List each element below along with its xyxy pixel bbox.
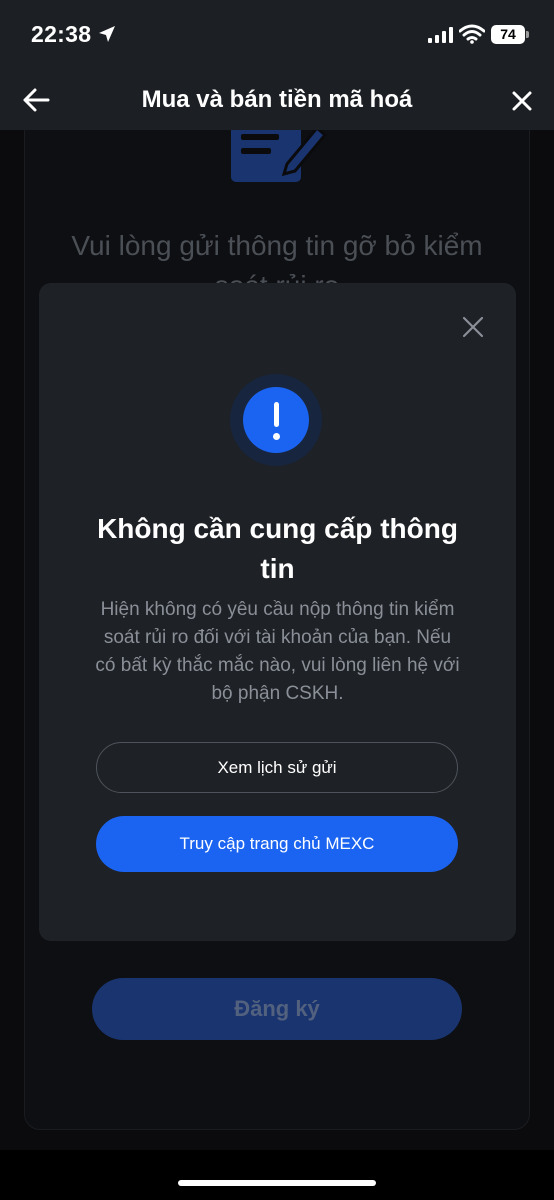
- wifi-icon: [459, 24, 485, 44]
- battery-tip: [526, 31, 529, 38]
- exclamation-dot: [273, 433, 280, 440]
- status-bar: 22:38 74: [0, 0, 554, 70]
- close-icon[interactable]: [508, 87, 536, 115]
- go-to-homepage-button[interactable]: Truy cập trang chủ MEXC: [96, 816, 458, 872]
- document-edit-icon: [231, 130, 328, 182]
- location-arrow-icon: [99, 26, 115, 42]
- app-header: Mua và bán tiền mã hoá: [0, 70, 554, 130]
- home-indicator: [178, 1180, 376, 1186]
- page-title: Mua và bán tiền mã hoá: [141, 86, 413, 113]
- modal-close-icon[interactable]: [462, 316, 484, 338]
- register-button: Đăng ký: [92, 978, 462, 1040]
- modal-title: Không cần cung cấp thông tin: [97, 513, 458, 584]
- exclamation-bar: [274, 402, 279, 427]
- battery-icon: 74: [491, 25, 525, 44]
- status-time: 22:38: [31, 21, 92, 47]
- cellular-signal-icon: [428, 27, 453, 43]
- modal-description: Hiện không có yêu cầu nộp thông tin kiểm…: [95, 599, 460, 704]
- view-history-button[interactable]: Xem lịch sử gửi: [96, 742, 458, 793]
- info-modal: Không cần cung cấp thông tin Hiện không …: [39, 283, 516, 941]
